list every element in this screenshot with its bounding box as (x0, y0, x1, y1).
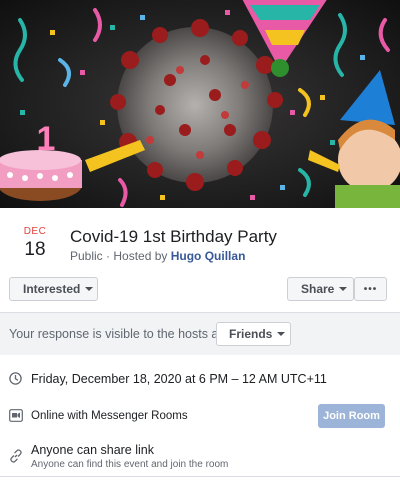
more-icon: ••• (363, 283, 378, 295)
chevron-down-icon (339, 287, 348, 291)
more-options-button[interactable]: ••• (354, 277, 387, 301)
interested-label: Interested (23, 282, 81, 296)
svg-text:1: 1 (37, 120, 56, 158)
share-button[interactable]: Share (287, 277, 354, 301)
event-privacy: Public (70, 249, 103, 263)
event-subtitle: Public · Hosted by Hugo Quillan (70, 249, 245, 263)
clock-icon (9, 372, 22, 385)
chevron-down-icon (277, 332, 286, 336)
share-link-description: Anyone can find this event and join the … (31, 459, 229, 470)
share-link-row: Anyone can share link Anyone can find th… (0, 440, 400, 474)
chevron-down-icon (85, 287, 94, 291)
event-month: DEC (23, 226, 47, 237)
event-date-badge: DEC 18 (18, 226, 52, 261)
host-link[interactable]: Hugo Quillan (171, 249, 246, 263)
cover-illustration: 1 (0, 0, 400, 208)
join-room-button[interactable]: Join Room (318, 404, 385, 428)
audience-selector-button[interactable]: Friends (216, 322, 291, 346)
audience-label: Friends (229, 327, 273, 341)
event-day: 18 (24, 239, 46, 260)
interested-button[interactable]: Interested (9, 277, 98, 301)
response-visibility-text: Your response is visible to the hosts an… (9, 327, 233, 341)
share-link-title: Anyone can share link (31, 443, 154, 457)
event-location-row: Online with Messenger Rooms Join Room (0, 402, 400, 430)
response-visibility-bar: Your response is visible to the hosts an… (0, 313, 400, 355)
share-label: Share (301, 282, 335, 296)
event-location-text: Online with Messenger Rooms (31, 410, 188, 422)
event-time-row: Friday, December 18, 2020 at 6 PM – 12 A… (0, 366, 400, 392)
event-time-text: Friday, December 18, 2020 at 6 PM – 12 A… (31, 372, 327, 386)
hosted-by-label: · Hosted by (106, 249, 168, 263)
video-room-icon (9, 409, 23, 422)
divider (0, 476, 400, 477)
event-cover-image: 1 (0, 0, 400, 208)
link-icon (10, 449, 22, 463)
event-title: Covid-19 1st Birthday Party (70, 227, 277, 246)
event-header: DEC 18 Covid-19 1st Birthday Party Publi… (0, 208, 400, 273)
